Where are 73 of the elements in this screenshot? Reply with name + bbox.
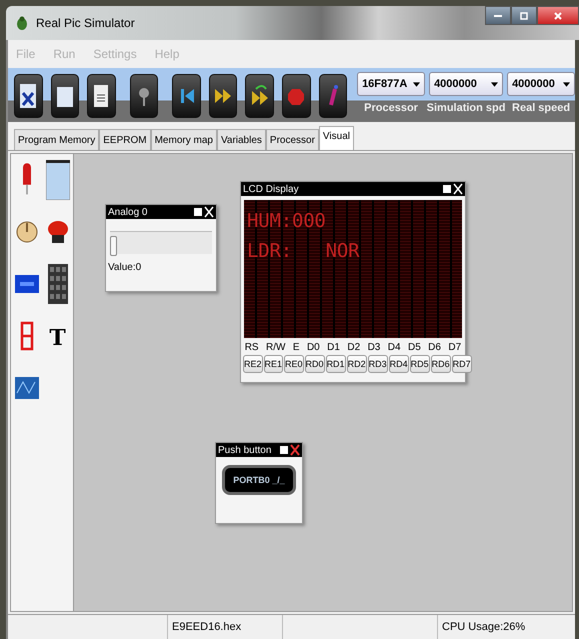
pin-label: D1 (327, 342, 340, 353)
oscilloscope-icon[interactable] (14, 376, 38, 398)
seven-segment-icon[interactable] (18, 320, 34, 350)
pin-label: R/W (266, 342, 286, 353)
dropdown[interactable]: 16F877A (357, 72, 426, 96)
folder-icon[interactable] (50, 74, 80, 118)
port-button[interactable]: RE0 (284, 355, 304, 373)
floppy-icon[interactable] (87, 74, 116, 118)
fast-forward-icon[interactable] (208, 74, 238, 118)
slider-track[interactable] (110, 231, 212, 254)
pin-label: D7 (448, 342, 462, 353)
window-title: Push button (218, 444, 272, 456)
pin-label: D3 (368, 342, 380, 353)
lcd-text: LDR: NOR (247, 239, 360, 264)
tab[interactable]: Memory map (150, 129, 217, 150)
rewind-icon[interactable] (172, 74, 201, 118)
port-button[interactable]: RD5 (410, 355, 430, 373)
slider-thumb[interactable] (110, 236, 117, 256)
value-label: Value:0 (108, 262, 142, 273)
tab[interactable]: Variables (216, 129, 266, 150)
window-title: Real Pic Simulator (36, 16, 135, 30)
dropdown-label: Simulation spd (426, 102, 506, 114)
push-button[interactable]: PORTB0 _/_ (222, 465, 296, 495)
tab[interactable]: EEPROM (99, 129, 151, 150)
pin-label: D5 (408, 342, 421, 353)
minimize-button[interactable] (485, 6, 511, 25)
dropdown-arrow-icon (491, 82, 498, 86)
dropdown[interactable]: 4000000 (429, 72, 504, 96)
port-button[interactable]: RE1 (264, 355, 284, 373)
tab[interactable]: Program Memory (14, 129, 100, 150)
window-thumbnail-icon[interactable] (46, 160, 70, 200)
window-title: LCD Display (243, 184, 300, 194)
stop-icon[interactable] (282, 74, 310, 118)
dropdown-label: Real speed (512, 102, 570, 114)
maximize-button[interactable] (511, 6, 537, 25)
probe-icon[interactable] (130, 74, 158, 118)
port-button[interactable]: RD2 (346, 355, 367, 373)
dropdown-arrow-icon (413, 82, 420, 86)
pin-label: D4 (388, 342, 401, 353)
lcd-text: HUM:000 (247, 209, 327, 234)
port-button[interactable]: RE2 (243, 355, 263, 373)
status-text: CPU Usage:26% (441, 620, 526, 635)
knob-icon[interactable] (14, 220, 38, 244)
pin-label: RS (244, 342, 259, 353)
window-title: Analog 0 (108, 206, 148, 218)
lcd-icon[interactable] (14, 274, 38, 292)
pin-label: D0 (306, 342, 320, 353)
status-text: E9EED16.hex (168, 615, 283, 639)
tab[interactable]: Visual (318, 126, 354, 150)
tab[interactable]: Processor (266, 129, 319, 150)
port-button[interactable]: RD7 (452, 355, 472, 373)
step-icon[interactable] (245, 74, 274, 118)
close-icon (553, 10, 563, 20)
push-button-icon[interactable] (46, 220, 70, 244)
text-tool[interactable]: T (49, 325, 66, 351)
pin-label: D6 (428, 342, 441, 353)
pin-label: E (292, 342, 300, 353)
port-button[interactable]: RD3 (368, 355, 388, 373)
keypad-icon[interactable] (48, 264, 68, 304)
pin-label: D2 (347, 342, 360, 353)
maximize-icon (519, 10, 529, 20)
info-icon[interactable] (318, 74, 348, 118)
minimize-icon (494, 14, 502, 16)
bug-icon (14, 15, 30, 31)
x-document-icon[interactable] (14, 74, 43, 118)
port-button[interactable]: RD1 (326, 355, 346, 373)
port-button[interactable]: RD6 (430, 355, 451, 373)
dropdown-label: Processor (364, 102, 418, 114)
port-button[interactable]: RD0 (304, 355, 325, 373)
close-button[interactable] (537, 6, 579, 25)
dropdown[interactable]: 4000000 (507, 72, 576, 96)
port-button[interactable]: RD4 (388, 355, 409, 373)
dropdown-arrow-icon (563, 82, 570, 86)
